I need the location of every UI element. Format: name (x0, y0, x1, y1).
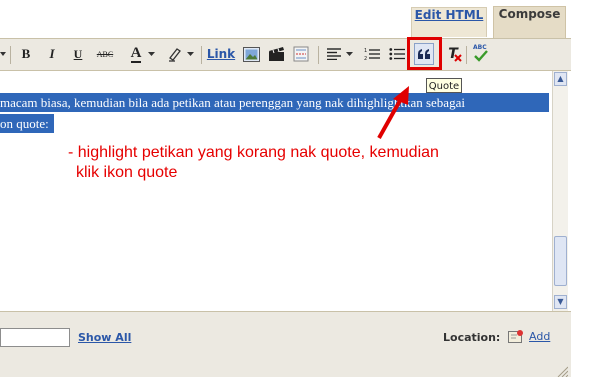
editor-scrollbar[interactable]: ▲ ▼ (552, 71, 568, 311)
scroll-thumb[interactable] (554, 236, 567, 286)
insert-video-icon[interactable] (267, 44, 285, 64)
scroll-down-icon[interactable]: ▼ (554, 295, 567, 309)
insert-jump-break-icon[interactable] (292, 44, 310, 64)
location-map-icon[interactable] (508, 329, 524, 348)
quote-highlight-box (407, 37, 442, 70)
link-button[interactable]: Link (207, 44, 235, 64)
selected-text-line-2: on quote: (0, 114, 54, 133)
bullet-list-icon[interactable] (388, 44, 406, 64)
quote-tooltip: Quote (426, 78, 462, 93)
show-all-link[interactable]: Show All (78, 331, 131, 344)
add-location-link[interactable]: Add (529, 330, 550, 343)
tab-compose-label: Compose (498, 7, 561, 21)
resize-grip-icon[interactable] (556, 362, 569, 381)
red-arrow-icon (377, 86, 409, 139)
toolbar-separator (10, 46, 11, 64)
strikethrough-button[interactable]: ABC (94, 44, 116, 64)
italic-button[interactable]: I (43, 44, 61, 64)
align-icon[interactable] (325, 44, 343, 64)
text-color-button[interactable]: A (128, 44, 144, 64)
post-options-bar (0, 311, 571, 377)
scroll-up-icon[interactable]: ▲ (554, 72, 567, 86)
labels-input[interactable] (0, 328, 70, 347)
text-color-dropdown-icon[interactable] (147, 44, 155, 64)
remove-formatting-icon[interactable]: T (445, 44, 462, 64)
toolbar-separator (466, 46, 467, 64)
highlight-dropdown-icon[interactable] (186, 44, 194, 64)
insert-image-icon[interactable] (242, 44, 260, 64)
tab-edit-html-label: Edit HTML (414, 8, 484, 22)
annotation-line-1: - highlight petikan yang korang nak quot… (68, 144, 439, 161)
svg-text:2: 2 (364, 56, 367, 61)
tab-compose[interactable]: Compose (493, 6, 566, 40)
location-label: Location: (443, 331, 501, 344)
annotation-line-2: klik ikon quote (76, 164, 178, 181)
tab-edit-html[interactable]: Edit HTML (411, 7, 487, 37)
selected-text-line-1: macam biasa, kemudian bila ada petikan a… (0, 93, 549, 112)
align-dropdown-icon[interactable] (345, 44, 353, 64)
underline-button[interactable]: U (69, 44, 87, 64)
bold-button[interactable]: B (17, 44, 35, 64)
svg-text:1: 1 (364, 48, 367, 54)
numbered-list-icon[interactable]: 12 (363, 44, 381, 64)
highlight-color-icon[interactable] (166, 44, 184, 64)
text-color-label: A (130, 44, 142, 63)
toolbar-separator (318, 46, 319, 64)
spellcheck-icon[interactable]: ABC (472, 44, 490, 64)
toolbar-dropdown-arrow-icon[interactable] (0, 44, 6, 64)
toolbar-separator (201, 46, 202, 64)
